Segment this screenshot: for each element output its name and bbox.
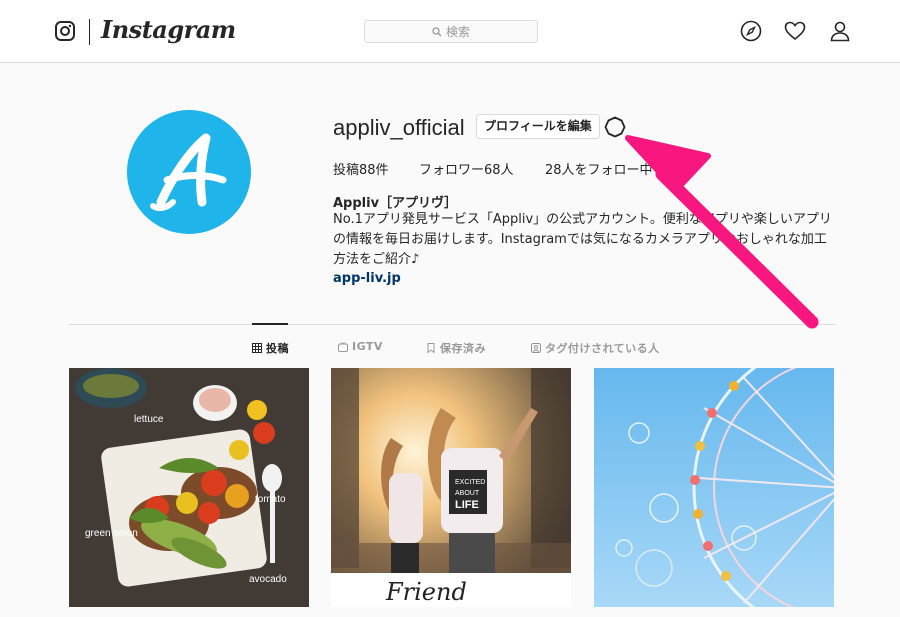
nav-divider xyxy=(89,19,90,45)
profile-username: appliv_official xyxy=(333,115,465,140)
bio-display-name: Appliv［アプリヴ］ xyxy=(333,196,458,211)
tab-label: 投稿 xyxy=(266,342,289,355)
tab-igtv[interactable]: IGTV xyxy=(338,340,383,353)
grid-icon xyxy=(252,343,262,353)
profile-avatar[interactable] xyxy=(127,110,251,234)
post-image-friends: EXCITED ABOUT LIFE Friend xyxy=(331,368,571,607)
instagram-glyph-icon[interactable] xyxy=(55,21,75,41)
svg-text:green onion: green onion xyxy=(85,528,138,539)
bio-line: No.1アプリ発見サービス「Appliv」の公式アカウント。便利なアプリや楽しい… xyxy=(333,212,832,227)
explore-compass-icon[interactable] xyxy=(740,20,762,42)
svg-text:avocado: avocado xyxy=(249,574,287,585)
search-input[interactable]: 検索 xyxy=(364,20,538,43)
search-icon xyxy=(432,26,442,36)
post-image-ferris-wheel xyxy=(594,368,834,607)
tab-label: 保存済み xyxy=(440,342,486,355)
tv-icon xyxy=(338,341,348,352)
svg-text:Friend: Friend xyxy=(385,578,467,606)
settings-gear-icon[interactable] xyxy=(604,116,626,138)
svg-text:EXCITED: EXCITED xyxy=(455,479,485,486)
instagram-wordmark[interactable]: Instagram xyxy=(101,15,236,44)
post-thumbnail[interactable] xyxy=(594,368,834,607)
followers-count[interactable]: フォロワー68人 xyxy=(419,159,514,178)
tabs-divider xyxy=(69,324,835,325)
bio-website-link[interactable]: app-liv.jp xyxy=(333,271,401,286)
bio-line: の情報を毎日お届けします。Instagramでは気になるカメラアプリやおしゃれな… xyxy=(333,232,827,247)
tab-label: IGTV xyxy=(352,340,383,353)
appliv-logo-icon xyxy=(150,133,227,212)
posts-count: 投稿88件 xyxy=(333,163,389,178)
tag-icon xyxy=(531,343,541,353)
tab-tagged[interactable]: タグ付けされている人 xyxy=(531,340,660,356)
post-thumbnail[interactable]: EXCITED ABOUT LIFE Friend xyxy=(331,368,571,607)
top-nav: Instagram 検索 xyxy=(0,0,900,63)
tab-posts[interactable]: 投稿 xyxy=(252,340,289,356)
profile-user-icon[interactable] xyxy=(829,20,851,42)
following-count[interactable]: 28人をフォロー中 xyxy=(545,159,653,178)
bio-line: 方法をご紹介♪ xyxy=(333,252,420,267)
tab-saved[interactable]: 保存済み xyxy=(426,340,486,356)
heart-icon[interactable] xyxy=(784,20,806,42)
svg-text:ABOUT: ABOUT xyxy=(455,490,480,497)
svg-text:tomato: tomato xyxy=(255,494,286,505)
edit-profile-button[interactable]: プロフィールを編集 xyxy=(476,114,600,139)
tab-label: タグ付けされている人 xyxy=(545,342,660,355)
bio-description: No.1アプリ発見サービス「Appliv」の公式アカウント。便利なアプリや楽しい… xyxy=(333,210,838,270)
bookmark-icon xyxy=(427,343,435,353)
post-thumbnail[interactable]: lettuce tomato green onion avocado xyxy=(69,368,309,607)
active-tab-indicator xyxy=(252,323,288,325)
svg-text:LIFE: LIFE xyxy=(455,499,479,511)
search-placeholder: 検索 xyxy=(445,25,470,39)
svg-text:lettuce: lettuce xyxy=(134,414,164,425)
post-image-food: lettuce tomato green onion avocado xyxy=(69,368,309,607)
